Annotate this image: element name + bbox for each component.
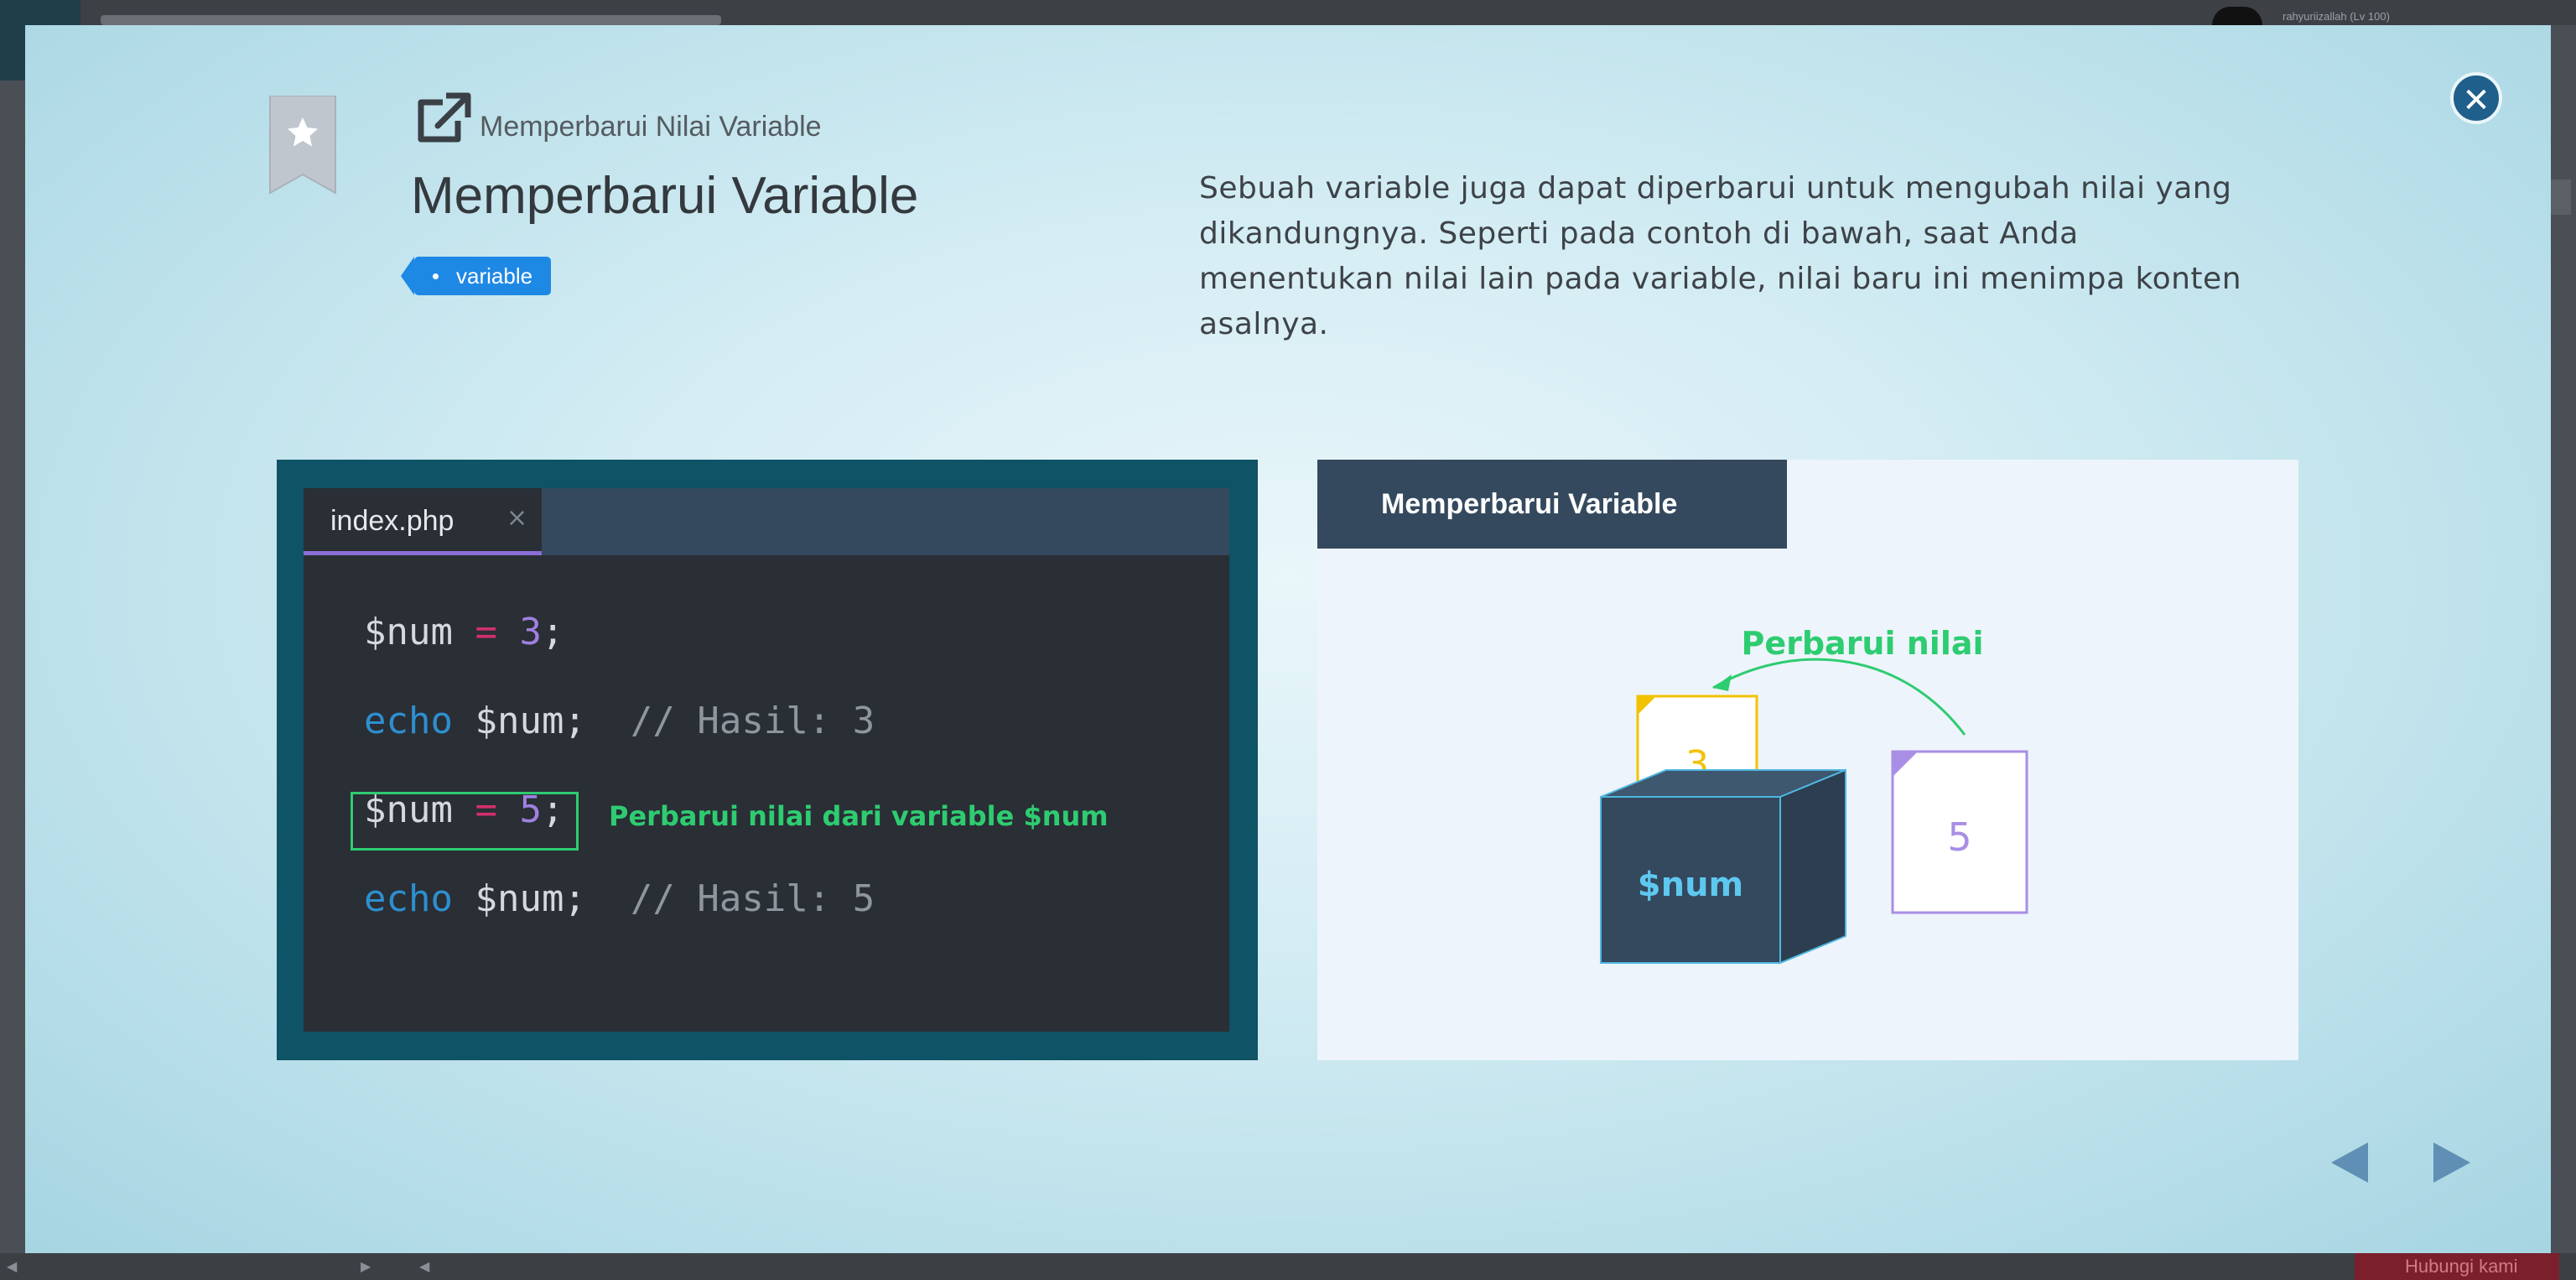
- code-number: 5: [519, 788, 542, 831]
- scroll-left-icon: ◀: [419, 1258, 430, 1274]
- lesson-description: Sebuah variable juga dapat diperbarui un…: [1199, 171, 2242, 341]
- scroll-right-icon: ▶: [361, 1258, 371, 1274]
- tag-label: variable: [456, 263, 533, 289]
- background-avatar: [2212, 7, 2262, 25]
- background-scrollbar: [2549, 180, 2571, 215]
- contact-button: Hubungi kami: [2355, 1253, 2559, 1280]
- box-label: $num: [1638, 866, 1743, 904]
- background-search-bar: [101, 15, 721, 25]
- code-comment: // Hasil: 5: [630, 877, 875, 920]
- background-bottom-bar: [0, 1253, 2576, 1280]
- variable-box-illustration: Perbarui nilai 3 $num 5: [1600, 625, 2028, 965]
- tab-close-icon[interactable]: ×: [506, 503, 527, 533]
- bookmark-icon[interactable]: [268, 96, 337, 195]
- code-variable: $num;: [475, 877, 586, 920]
- code-semicolon: ;: [541, 788, 564, 831]
- triangle-left-icon[interactable]: [2329, 1141, 2370, 1184]
- code-line: echo $num; // Hasil: 5: [364, 877, 875, 920]
- code-keyword: echo: [364, 877, 453, 920]
- external-link-icon[interactable]: [413, 92, 473, 146]
- lesson-title: Memperbarui Variable: [411, 167, 919, 225]
- code-editor: index.php × $num = 3; echo $num; // Hasi…: [304, 488, 1229, 1032]
- code-operator: =: [475, 611, 497, 653]
- code-line: echo $num; // Hasil: 3: [364, 700, 875, 742]
- editor-tab[interactable]: index.php ×: [304, 488, 542, 555]
- scroll-left-icon: ◀: [7, 1258, 18, 1274]
- code-number: 3: [519, 611, 542, 653]
- code-variable: $num;: [475, 700, 586, 742]
- code-annotation: Perbarui nilai dari variable $num: [609, 800, 1109, 832]
- code-keyword: echo: [364, 700, 453, 742]
- triangle-right-icon[interactable]: [2432, 1141, 2472, 1184]
- code-semicolon: ;: [541, 611, 564, 653]
- code-line: $num = 5;: [364, 788, 564, 831]
- illustration-panel: Memperbarui Variable Perbarui nilai 3 $n…: [1317, 460, 2298, 1060]
- code-variable: $num: [364, 788, 453, 831]
- code-comment: // Hasil: 3: [630, 700, 875, 742]
- background-user-label: rahyuriizallah (Lv 100): [2283, 10, 2390, 23]
- arrow-label: Perbarui nilai: [1741, 625, 1983, 662]
- close-icon[interactable]: ✕: [2450, 72, 2502, 124]
- code-panel: index.php × $num = 3; echo $num; // Hasi…: [277, 460, 1258, 1060]
- lesson-subtitle: Memperbarui Nilai Variable: [480, 111, 822, 143]
- code-variable: $num: [364, 611, 453, 653]
- topic-tag[interactable]: variable: [400, 257, 552, 295]
- box-side: [1779, 768, 1846, 965]
- lesson-modal: ✕ Memperbarui Nilai Variable Memperbarui…: [25, 25, 2551, 1253]
- editor-tab-label: index.php: [330, 505, 454, 537]
- code-line: $num = 3;: [364, 611, 564, 653]
- arrow-head-icon: [1713, 674, 1732, 691]
- tag-dot: [433, 273, 439, 279]
- code-operator: =: [475, 788, 497, 831]
- new-value: 5: [1947, 814, 1971, 860]
